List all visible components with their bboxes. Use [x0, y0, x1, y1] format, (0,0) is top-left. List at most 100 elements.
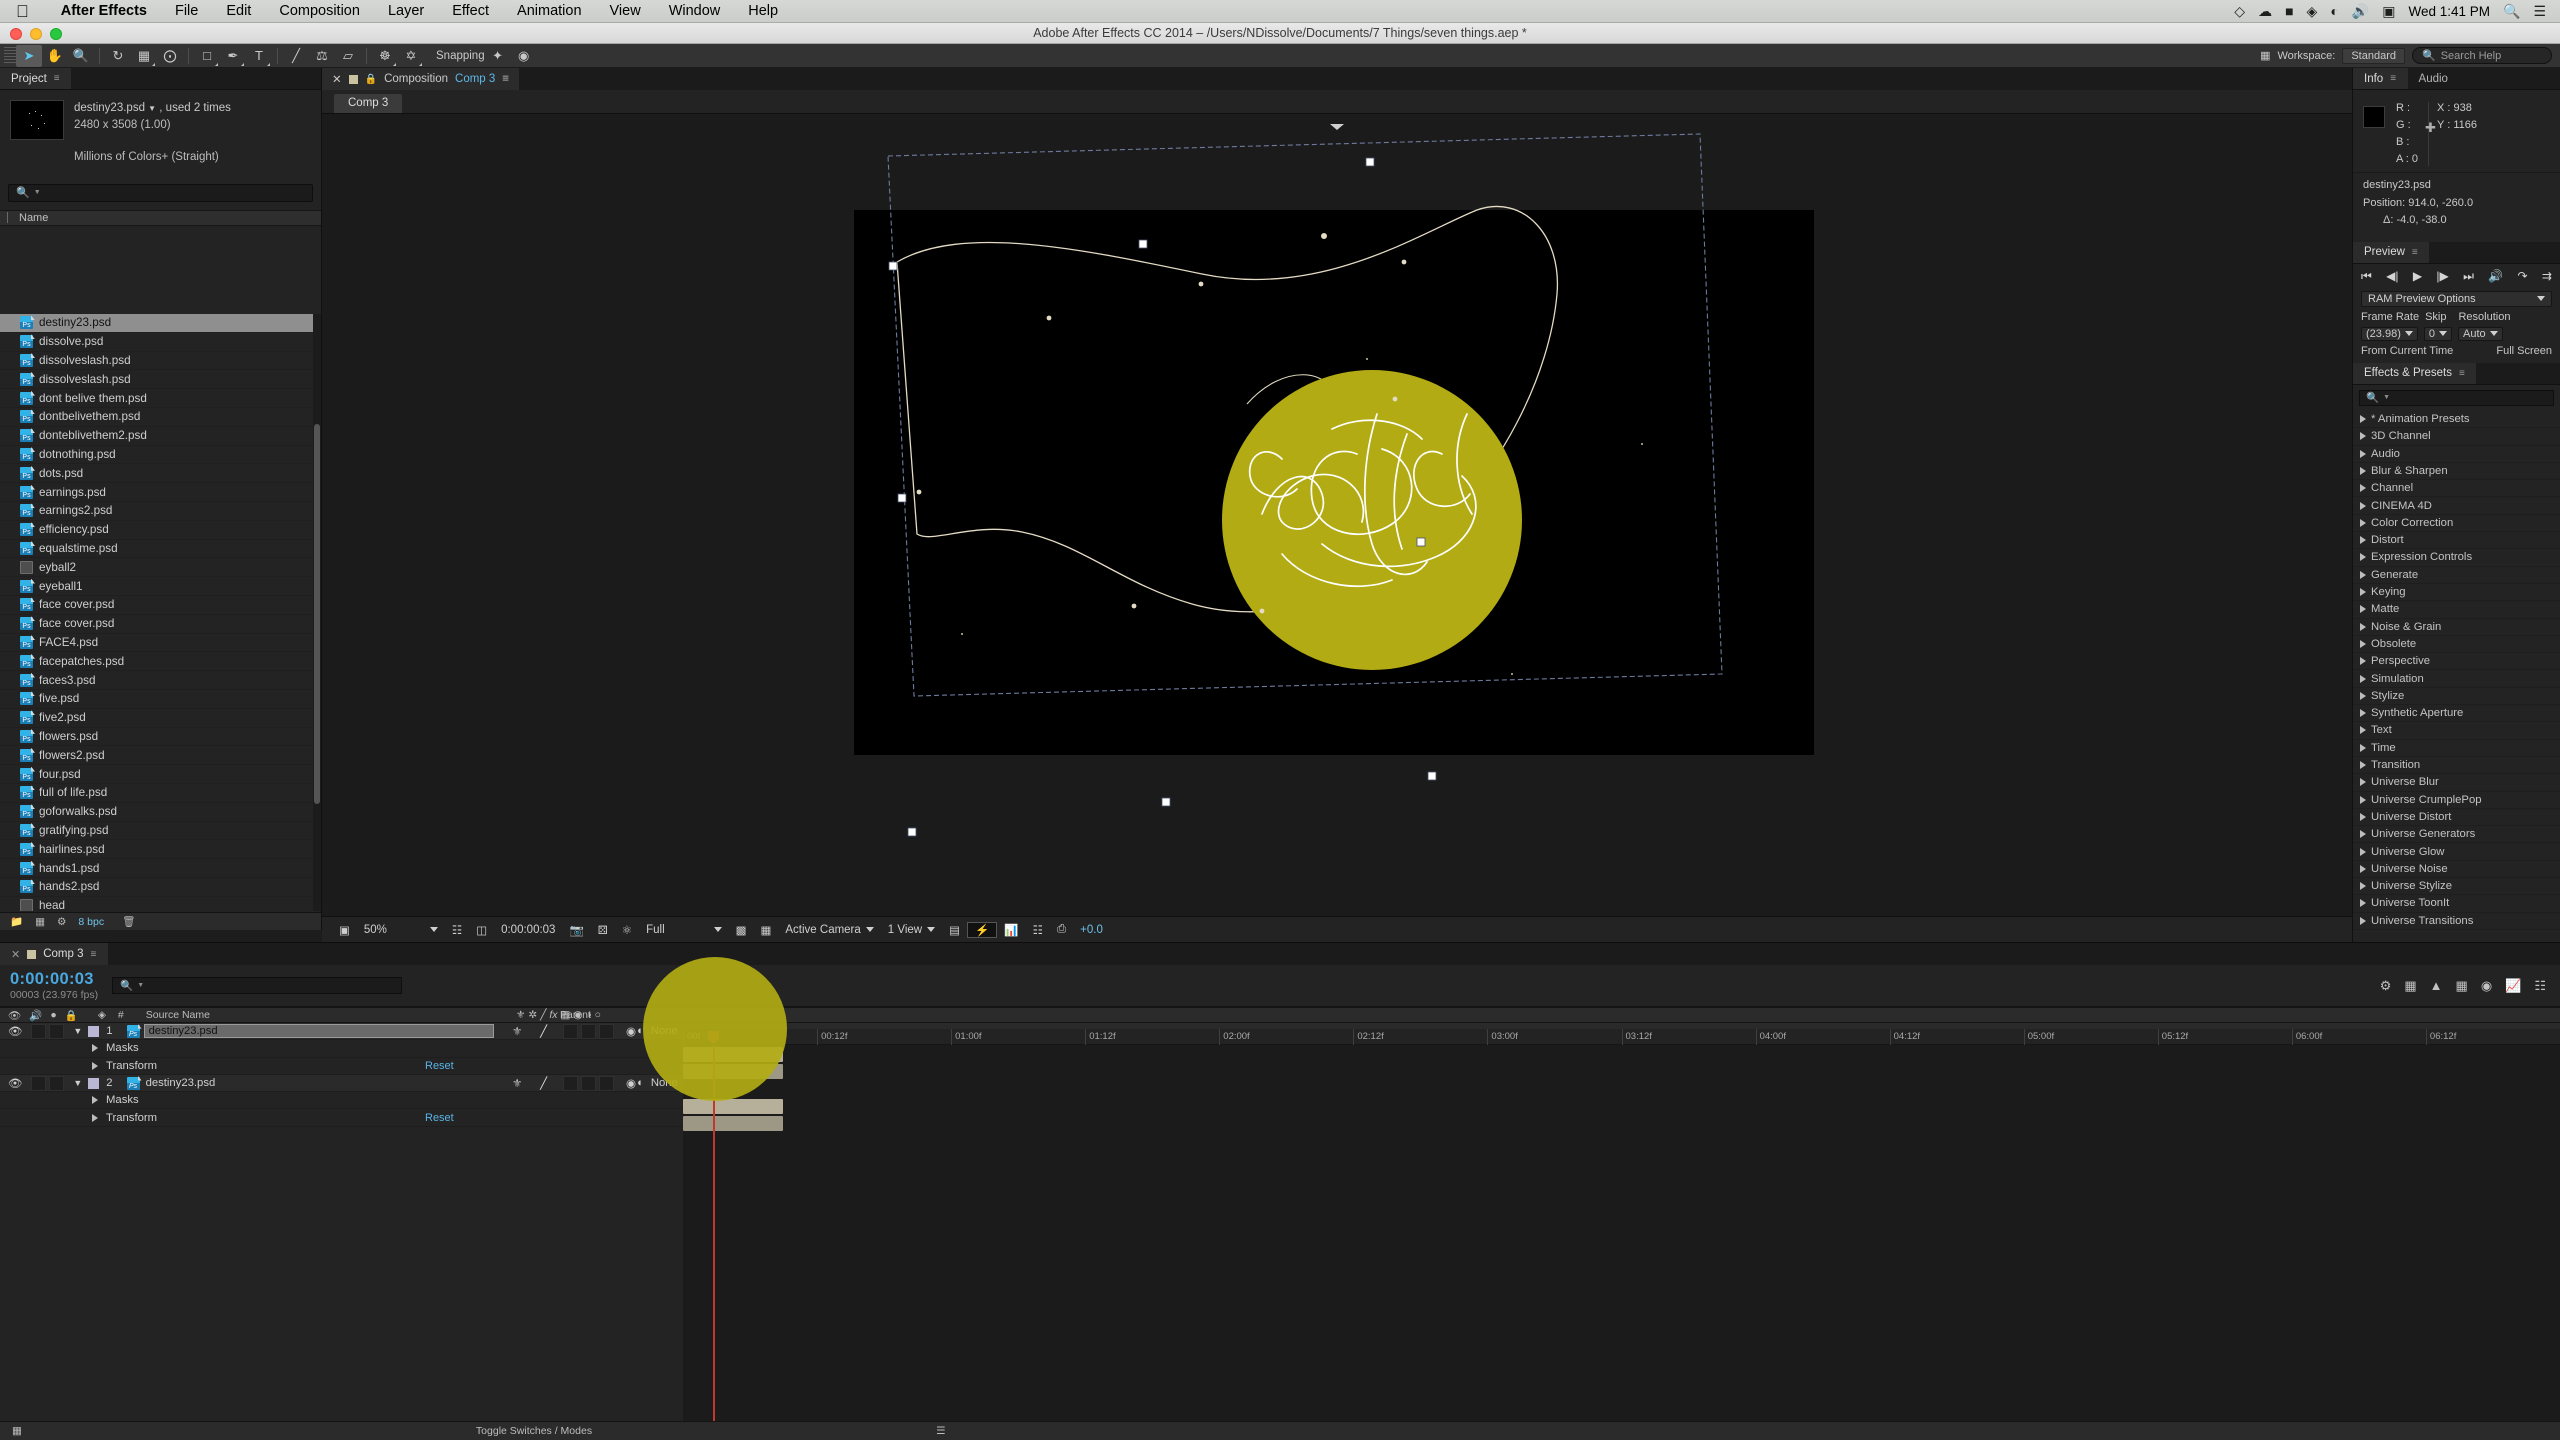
project-file-row[interactable]: dissolve.psd [0, 333, 321, 352]
project-file-row[interactable]: goforwalks.psd [0, 803, 321, 822]
project-file-row[interactable]: hands2.psd [0, 878, 321, 897]
3d-layer-switch[interactable]: ◉ [626, 1025, 636, 1038]
close-icon[interactable]: ✕ [332, 72, 342, 86]
disclosure-triangle-icon[interactable] [2360, 467, 2366, 475]
graph-editor-icon[interactable]: 📈 [2505, 978, 2521, 994]
motion-blur-icon[interactable]: ◉ [2481, 978, 2492, 994]
frame-blending-icon[interactable]: ▦ [2456, 978, 2468, 994]
draft-3d-icon[interactable]: ▦ [2404, 978, 2416, 994]
layer-disclosure-icon[interactable]: ▼ [73, 1078, 82, 1088]
project-file-row[interactable]: dissolveslash.psd [0, 352, 321, 371]
project-file-row[interactable]: facepatches.psd [0, 652, 321, 672]
region-interest-toggle-icon[interactable]: ▩ [729, 923, 754, 937]
panel-menu-icon[interactable]: ≡ [2412, 247, 2418, 258]
disclosure-triangle-icon[interactable] [2360, 501, 2366, 510]
effect-category-row[interactable]: Universe Distort [2353, 809, 2560, 827]
snapshot-icon[interactable]: 📷 [562, 923, 590, 937]
menu-edit[interactable]: Edit [212, 3, 265, 19]
adjustment-switch[interactable] [598, 1023, 614, 1039]
timeline-search-input[interactable]: 🔍 ▼ [112, 977, 403, 994]
effect-category-row[interactable]: Universe Generators [2353, 826, 2560, 844]
spotlight-search-icon[interactable]: 🔍 [2503, 3, 2520, 20]
zoom-level[interactable]: 50% [357, 924, 445, 936]
project-file-row[interactable]: eyeball1 [0, 577, 321, 596]
effect-category-row[interactable]: Noise & Grain [2353, 619, 2560, 636]
resolution-select[interactable]: Full [639, 924, 729, 936]
disclosure-triangle-icon[interactable] [2360, 415, 2366, 424]
current-time-display[interactable]: 0:00:00:03 00003 (23.976 fps) [0, 970, 98, 1001]
disclosure-triangle-icon[interactable] [2360, 916, 2366, 925]
layer-video-toggle[interactable]: 👁 [8, 1025, 22, 1038]
project-file-row[interactable]: hairlines.psd [0, 840, 321, 860]
effect-category-row[interactable]: Universe Transitions [2353, 913, 2560, 930]
adjustment-switch[interactable] [598, 1075, 614, 1091]
project-file-row[interactable]: face cover.psd [0, 596, 321, 615]
disclosure-triangle-icon[interactable] [2360, 761, 2366, 770]
play-icon[interactable]: ▶ [2413, 269, 2422, 283]
project-file-row[interactable]: five2.psd [0, 709, 321, 728]
layer-solo-toggle[interactable] [49, 1023, 65, 1039]
tab-timeline-comp[interactable]: ✕ Comp 3 ≡ [0, 943, 108, 965]
hand-tool[interactable]: ✋ [42, 45, 68, 67]
battery-icon[interactable]: ■ [2285, 3, 2293, 19]
layer-switches[interactable]: ⚜ ╱ ◉ [512, 1075, 636, 1091]
project-file-row[interactable]: hands1.psd [0, 859, 321, 878]
project-file-row[interactable]: faces3.psd [0, 671, 321, 690]
menu-view[interactable]: View [596, 3, 655, 19]
pan-behind-tool[interactable]: ⨀ [157, 45, 183, 67]
layer-audio-toggle[interactable] [31, 1023, 47, 1039]
ram-preview-icon[interactable]: ⇉ [2542, 269, 2552, 283]
notification-center-icon[interactable]: ☰ [2533, 3, 2546, 20]
prev-frame-icon[interactable]: ◀| [2386, 269, 2398, 283]
close-icon[interactable]: ✕ [11, 948, 20, 961]
effect-category-row[interactable]: * Animation Presets [2353, 411, 2560, 429]
shy-icon[interactable]: ⚜ [512, 1025, 522, 1038]
project-file-row[interactable]: four.psd [0, 765, 321, 784]
audio-toggle-icon[interactable]: 🔊 [29, 1009, 42, 1022]
frame-blend-switch[interactable] [562, 1023, 578, 1039]
effect-category-row[interactable]: Universe Noise [2353, 861, 2560, 878]
volume-icon[interactable]: 🔊 [2352, 3, 2369, 20]
project-file-row[interactable]: head [0, 897, 321, 911]
effects-category-list[interactable]: * Animation Presets 3D Channel Audio Blur &… [2353, 411, 2560, 930]
menu-layer[interactable]: Layer [374, 3, 438, 19]
tab-project[interactable]: Project ≡ [0, 68, 72, 89]
effect-category-row[interactable]: Distort [2353, 532, 2560, 550]
project-file-row[interactable]: five.psd [0, 690, 321, 709]
motion-blur-switch[interactable] [580, 1075, 596, 1091]
effect-category-row[interactable]: Audio [2353, 446, 2560, 463]
disclosure-triangle-icon[interactable] [2360, 882, 2366, 891]
effect-category-row[interactable]: Expression Controls [2353, 549, 2560, 567]
view-layout-select[interactable]: 1 View [881, 924, 942, 936]
effect-category-row[interactable]: Universe CrumplePop [2353, 792, 2560, 809]
disclosure-triangle-icon[interactable] [2360, 622, 2366, 631]
apple-icon[interactable]:  [16, 3, 29, 20]
project-file-row[interactable]: earnings2.psd [0, 502, 321, 521]
type-tool[interactable]: T [246, 45, 272, 67]
channels-icon[interactable]: ⚛ [615, 923, 639, 937]
disclosure-triangle-icon[interactable] [2360, 605, 2366, 614]
effects-icon[interactable]: fx [549, 1009, 557, 1021]
disclosure-triangle-icon[interactable] [2360, 674, 2366, 683]
new-comp-icon[interactable]: ▦ [35, 916, 45, 928]
delete-icon[interactable]: 🗑 [122, 915, 135, 928]
comp-flowchart-icon[interactable]: ☷ [1026, 923, 1050, 937]
disclosure-triangle-icon[interactable] [2360, 570, 2366, 579]
menu-effect[interactable]: Effect [438, 3, 503, 19]
disclosure-triangle-icon[interactable] [2360, 518, 2366, 527]
disclosure-triangle-icon[interactable] [92, 1061, 98, 1070]
disclosure-triangle-icon[interactable] [2360, 743, 2366, 752]
lock-icon[interactable]: 🔒 [365, 74, 377, 85]
disclosure-triangle-icon[interactable] [2360, 795, 2366, 804]
timeline-graph-icon[interactable]: 📊 [997, 923, 1025, 937]
tab-effects-presets[interactable]: Effects & Presets ≡ [2353, 362, 2477, 384]
toolbar-grip[interactable] [4, 46, 16, 65]
menu-app-name[interactable]: After Effects [47, 3, 161, 19]
layer-source-name[interactable]: destiny23.psd [143, 1024, 494, 1039]
layer-label-color[interactable] [88, 1025, 100, 1037]
layer-source-name[interactable]: destiny23.psd [146, 1077, 216, 1089]
dropbox-icon[interactable]: ◇ [2234, 3, 2245, 20]
disclosure-triangle-icon[interactable] [92, 1096, 98, 1105]
shape-tool[interactable]: □ [194, 45, 220, 67]
last-frame-icon[interactable]: ⏭ [2463, 269, 2474, 284]
